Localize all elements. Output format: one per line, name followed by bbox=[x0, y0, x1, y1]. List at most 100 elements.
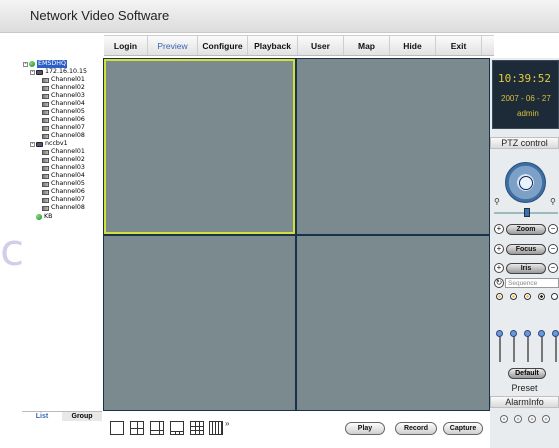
alarm-info-header[interactable]: AlarmInfo bbox=[490, 396, 559, 408]
more-layouts-icon[interactable]: » bbox=[225, 419, 229, 428]
layout-2x2-button[interactable] bbox=[130, 421, 144, 435]
tree-device-label: nccbv1 bbox=[45, 140, 68, 147]
record-button[interactable]: Record bbox=[395, 422, 437, 435]
collapse-icon[interactable]: - bbox=[30, 141, 35, 147]
camera-icon bbox=[42, 77, 49, 83]
iris-open-button[interactable]: + bbox=[494, 263, 504, 273]
camera-icon bbox=[42, 109, 49, 115]
device-tree: - EMSDHQ - 172.16.10.15 Channel01 Channe… bbox=[22, 58, 102, 410]
tree-device-label: 172.16.10.15 bbox=[45, 68, 88, 75]
channel-label: Channel03 bbox=[51, 164, 85, 171]
tree-channel[interactable]: Channel05 bbox=[42, 108, 85, 116]
channel-label: Channel02 bbox=[51, 156, 85, 163]
alarm-indicator-1[interactable] bbox=[500, 415, 508, 423]
globe-icon bbox=[36, 214, 42, 220]
menu-playback[interactable]: Playback bbox=[248, 36, 298, 55]
menu-login[interactable]: Login bbox=[104, 36, 148, 55]
iris-close-button[interactable]: − bbox=[548, 263, 558, 273]
alarm-indicator-2[interactable] bbox=[514, 415, 522, 423]
speed-fast-icon: ⚲ bbox=[550, 197, 556, 206]
hue-slider[interactable] bbox=[538, 330, 545, 337]
tree-channel[interactable]: Channel06 bbox=[42, 188, 85, 196]
tree-channel[interactable]: Channel08 bbox=[42, 132, 85, 140]
tree-channel[interactable]: Channel06 bbox=[42, 116, 85, 124]
tree-tabs: List Group bbox=[22, 411, 102, 421]
menu-exit[interactable]: Exit bbox=[436, 36, 482, 55]
layout-1plus7-button[interactable] bbox=[170, 421, 184, 435]
sequence-select[interactable]: Sequence bbox=[505, 278, 559, 288]
channel-label: Channel04 bbox=[51, 172, 85, 179]
tab-list[interactable]: List bbox=[22, 411, 62, 421]
default-button[interactable]: Default bbox=[508, 368, 546, 379]
layout-3x3-button[interactable] bbox=[190, 421, 204, 435]
ptz-speed-slider[interactable] bbox=[524, 208, 530, 217]
menu-preview[interactable]: Preview bbox=[148, 36, 198, 55]
clock-date: 2007 - 06 - 27 bbox=[501, 94, 551, 103]
layout-4x4-button[interactable] bbox=[209, 421, 223, 435]
tab-group[interactable]: Group bbox=[62, 411, 102, 421]
capture-button[interactable]: Capture bbox=[443, 422, 483, 435]
menu-hide[interactable]: Hide bbox=[390, 36, 436, 55]
camera-icon bbox=[42, 101, 49, 107]
current-user: admin bbox=[517, 109, 539, 118]
tree-extra[interactable]: KB bbox=[36, 213, 52, 221]
tree-channel[interactable]: Channel07 bbox=[42, 196, 85, 204]
tree-channel[interactable]: Channel05 bbox=[42, 180, 85, 188]
tree-channel[interactable]: Channel04 bbox=[42, 172, 85, 180]
menu-user[interactable]: User bbox=[298, 36, 344, 55]
zoom-out-button[interactable]: − bbox=[548, 224, 558, 234]
camera-icon bbox=[42, 85, 49, 91]
collapse-icon[interactable]: - bbox=[23, 61, 28, 67]
brightness-icon bbox=[496, 293, 503, 300]
saturation-slider[interactable] bbox=[524, 330, 531, 337]
dvr-device-icon bbox=[36, 141, 43, 147]
tree-device[interactable]: - 172.16.10.15 bbox=[30, 68, 87, 76]
tree-channel[interactable]: Channel01 bbox=[42, 148, 85, 156]
tree-channel[interactable]: Channel02 bbox=[42, 156, 85, 164]
tree-channel[interactable]: Channel04 bbox=[42, 100, 85, 108]
ptz-center-icon bbox=[519, 176, 533, 190]
ptz-direction-pad[interactable] bbox=[505, 162, 546, 203]
camera-icon bbox=[42, 165, 49, 171]
iris-label: Iris bbox=[506, 263, 546, 274]
channel-label: Channel01 bbox=[51, 148, 85, 155]
preset-label[interactable]: Preset bbox=[490, 383, 559, 393]
video-pane-2[interactable] bbox=[297, 59, 489, 234]
camera-icon bbox=[42, 93, 49, 99]
video-pane-3[interactable] bbox=[104, 236, 295, 410]
volume-slider[interactable] bbox=[552, 330, 559, 337]
tree-channel[interactable]: Channel01 bbox=[42, 76, 85, 84]
channel-label: Channel01 bbox=[51, 76, 85, 83]
title-bar: Network Video Software bbox=[0, 0, 559, 33]
video-pane-4[interactable] bbox=[297, 236, 489, 410]
layout-1plus5-button[interactable] bbox=[150, 421, 164, 435]
camera-icon bbox=[42, 205, 49, 211]
tree-channel[interactable]: Channel02 bbox=[42, 84, 85, 92]
zoom-in-button[interactable]: + bbox=[494, 224, 504, 234]
camera-icon bbox=[42, 117, 49, 123]
menu-configure[interactable]: Configure bbox=[198, 36, 248, 55]
tree-channel[interactable]: Channel07 bbox=[42, 124, 85, 132]
contrast-slider[interactable] bbox=[510, 330, 517, 337]
layout-1x1-button[interactable] bbox=[110, 421, 124, 435]
watermark-glyph: c bbox=[0, 225, 25, 276]
play-button[interactable]: Play bbox=[345, 422, 385, 435]
dvr-device-icon bbox=[36, 69, 43, 75]
alarm-indicator-3[interactable] bbox=[528, 415, 536, 423]
tree-channel[interactable]: Channel03 bbox=[42, 164, 85, 172]
menu-map[interactable]: Map bbox=[344, 36, 390, 55]
brightness-slider[interactable] bbox=[496, 330, 503, 337]
tree-root[interactable]: - EMSDHQ bbox=[23, 60, 67, 68]
focus-near-button[interactable]: + bbox=[494, 244, 504, 254]
tree-channel[interactable]: Channel08 bbox=[42, 204, 85, 212]
tree-device[interactable]: - nccbv1 bbox=[30, 140, 68, 148]
collapse-icon[interactable]: - bbox=[30, 69, 35, 75]
tree-channel[interactable]: Channel03 bbox=[42, 92, 85, 100]
video-pane-1[interactable] bbox=[104, 59, 295, 234]
focus-far-button[interactable]: − bbox=[548, 244, 558, 254]
focus-label: Focus bbox=[506, 244, 546, 255]
camera-icon bbox=[42, 173, 49, 179]
volume-icon bbox=[551, 293, 558, 300]
alarm-indicator-4[interactable] bbox=[542, 415, 550, 423]
sequence-run-icon[interactable]: ↻ bbox=[494, 278, 504, 288]
